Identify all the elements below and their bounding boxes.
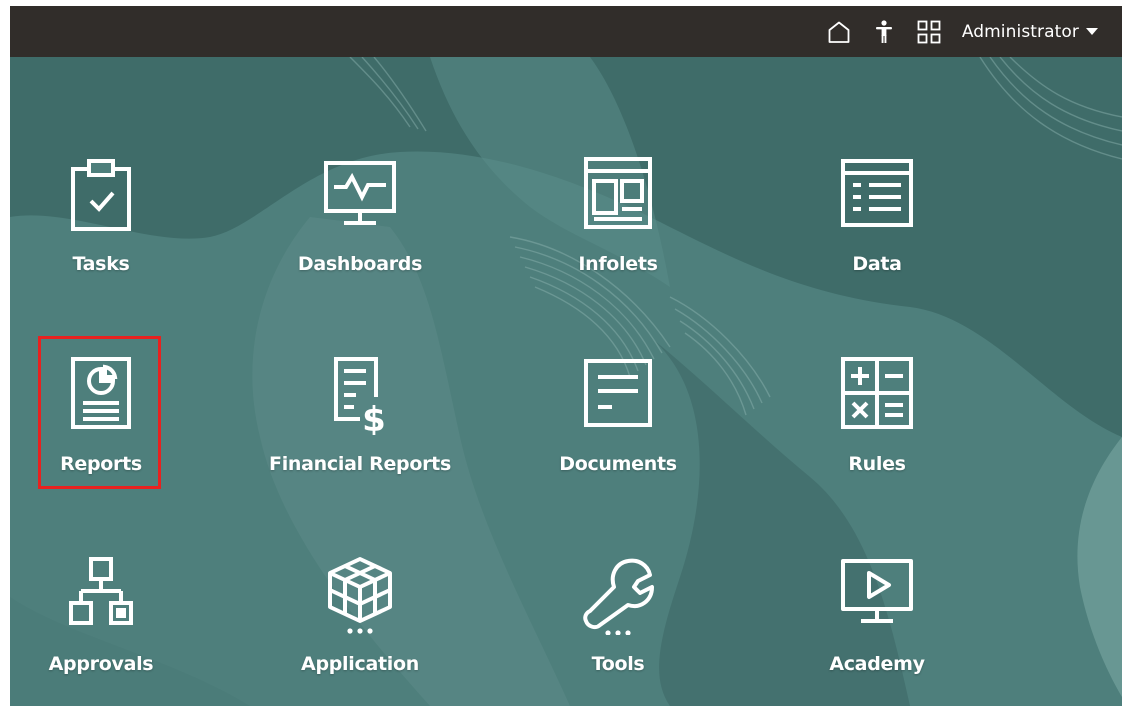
tile-label: Tasks <box>72 253 130 275</box>
tile-approvals[interactable]: Approvals <box>10 555 201 706</box>
tile-label: Financial Reports <box>269 453 451 475</box>
report-pie-icon <box>71 357 131 429</box>
data-grid-icon <box>841 159 913 227</box>
monitor-chart-icon <box>324 161 396 225</box>
tile-application[interactable]: Application <box>260 555 460 706</box>
tile-label: Documents <box>559 453 677 475</box>
infolet-layout-icon <box>584 157 652 229</box>
document-icon <box>584 359 652 427</box>
clipboard-check-icon <box>71 159 131 231</box>
chevron-down-icon <box>1086 28 1098 35</box>
play-monitor-icon <box>841 559 913 623</box>
tile-label: Tools <box>591 653 645 675</box>
financial-report-icon: $ <box>334 357 386 435</box>
svg-text:$: $ <box>362 400 386 435</box>
global-header: Administrator <box>10 6 1122 57</box>
tile-label: Data <box>852 253 902 275</box>
tile-academy[interactable]: Academy <box>777 555 977 706</box>
tile-label: Dashboards <box>297 253 423 275</box>
navigator-icon[interactable] <box>916 19 942 45</box>
app-frame: Administrator Tasks Dashboards Infolets … <box>10 6 1122 706</box>
tile-label: Rules <box>848 453 906 475</box>
tile-data[interactable]: Data <box>777 155 977 315</box>
tile-label: Approvals <box>48 653 154 675</box>
accessibility-icon[interactable] <box>871 19 897 45</box>
tile-label: Academy <box>829 653 925 675</box>
hierarchy-icon <box>69 557 133 625</box>
wrench-icon <box>583 558 654 635</box>
user-name: Administrator <box>961 21 1079 42</box>
springboard: Tasks Dashboards Infolets Data Reports $… <box>10 57 1122 706</box>
home-icon[interactable] <box>826 19 852 45</box>
tile-reports[interactable]: Reports <box>10 355 201 515</box>
tile-label: Reports <box>60 453 142 475</box>
cube-icon <box>328 557 392 634</box>
user-menu[interactable]: Administrator <box>962 22 1098 42</box>
tile-dashboards[interactable]: Dashboards <box>260 155 460 315</box>
calculator-icon <box>841 357 913 429</box>
tile-infolets[interactable]: Infolets <box>518 155 718 315</box>
tile-rules[interactable]: Rules <box>777 355 977 515</box>
tile-label: Application <box>301 653 419 675</box>
tile-label: Infolets <box>578 253 658 275</box>
tile-tasks[interactable]: Tasks <box>10 155 201 315</box>
tile-documents[interactable]: Documents <box>518 355 718 515</box>
tile-financial-reports[interactable]: $ Financial Reports <box>260 355 460 515</box>
tile-tools[interactable]: Tools <box>518 555 718 706</box>
